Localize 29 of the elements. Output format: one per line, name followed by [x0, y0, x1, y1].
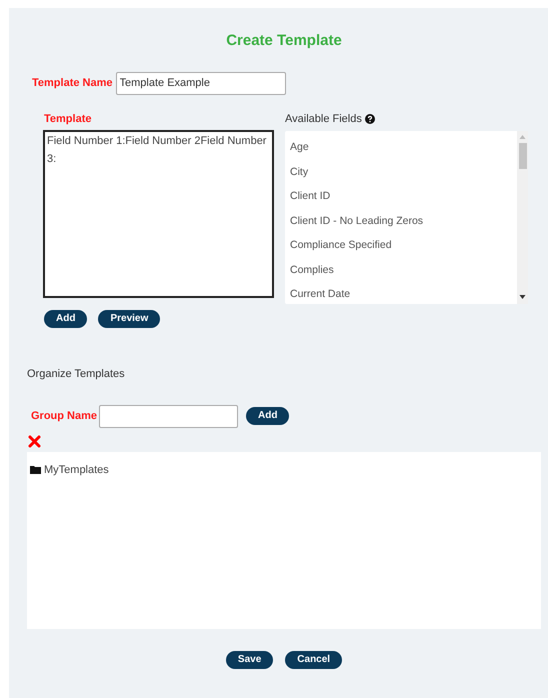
organize-templates-heading: Organize Templates	[27, 367, 126, 382]
field-list-item[interactable]: City	[290, 160, 517, 184]
page-title: Create Template	[225, 31, 343, 51]
folder-icon	[30, 465, 41, 474]
preview-button[interactable]: Preview	[98, 310, 160, 328]
field-list-item[interactable]: Complies	[290, 258, 517, 282]
save-button[interactable]: Save	[226, 650, 274, 668]
delete-icon[interactable]	[28, 434, 41, 448]
field-list-item[interactable]: Age	[290, 135, 517, 160]
scrollbar[interactable]	[517, 131, 528, 304]
field-list-item[interactable]: Client ID - No Leading Zeros	[290, 208, 517, 233]
field-list-item[interactable]: Current Date	[290, 282, 517, 306]
group-name-label: Group Name	[31, 408, 98, 424]
field-list-item[interactable]: Compliance Specified	[290, 233, 517, 258]
template-label: Template	[44, 112, 92, 126]
template-name-label: Template Name	[32, 76, 112, 91]
template-text-area[interactable]: Field Number 1:Field Number 2Field Number 3:	[43, 130, 274, 298]
template-name-field[interactable]: Template Example	[116, 72, 286, 94]
scroll-thumb[interactable]	[518, 143, 526, 169]
scroll-down-icon[interactable]	[519, 294, 526, 300]
scroll-up-icon[interactable]	[519, 134, 526, 140]
available-fields-label: Available Fields	[285, 112, 362, 126]
help-icon[interactable]	[364, 114, 375, 124]
cancel-button[interactable]: Cancel	[285, 650, 342, 668]
group-name-field[interactable]	[99, 404, 238, 428]
tree-item[interactable]: MyTemplates	[44, 462, 109, 478]
add-button[interactable]: Add	[44, 310, 88, 328]
field-list-item[interactable]: Client ID	[290, 184, 517, 208]
add-group-button[interactable]: Add	[246, 407, 290, 425]
